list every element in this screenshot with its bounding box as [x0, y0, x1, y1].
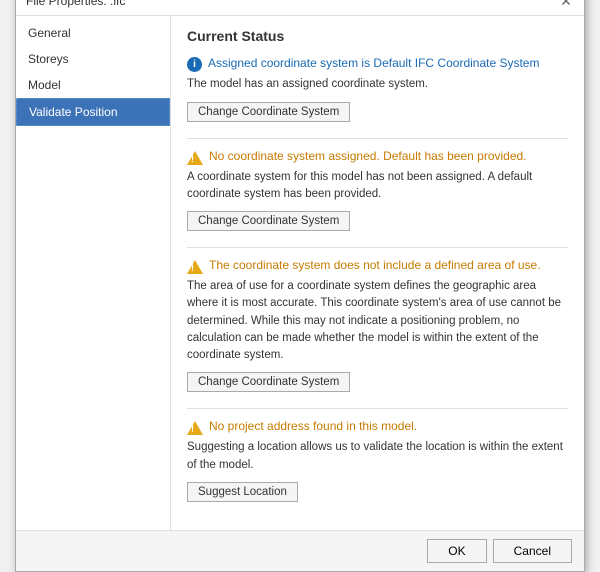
content-area: Current Status i Assigned coordinate sys…: [171, 16, 584, 530]
status-title-1: Assigned coordinate system is Default IF…: [208, 56, 539, 70]
footer: OK Cancel: [16, 530, 584, 571]
warn-icon-2: [187, 151, 203, 165]
status-desc-2: A coordinate system for this model has n…: [187, 169, 568, 204]
status-title-4: No project address found in this model.: [209, 419, 417, 433]
status-title-2: No coordinate system assigned. Default h…: [209, 149, 527, 163]
status-desc-4: Suggesting a location allows us to valid…: [187, 439, 568, 474]
status-header-2: No coordinate system assigned. Default h…: [187, 149, 568, 165]
cancel-button[interactable]: Cancel: [493, 539, 572, 563]
title-bar: File Properties: .ifc ✕: [16, 0, 584, 16]
status-header-3: The coordinate system does not include a…: [187, 258, 568, 274]
status-header-1: i Assigned coordinate system is Default …: [187, 56, 568, 72]
change-coord-btn-3[interactable]: Change Coordinate System: [187, 372, 350, 392]
sidebar: General Storeys Model Validate Position: [16, 16, 171, 530]
divider-1: [187, 138, 568, 139]
warn-icon-4: [187, 421, 203, 435]
status-desc-3: The area of use for a coordinate system …: [187, 278, 568, 364]
status-block-2: No coordinate system assigned. Default h…: [187, 149, 568, 234]
sidebar-item-general[interactable]: General: [16, 20, 170, 46]
status-desc-1: The model has an assigned coordinate sys…: [187, 76, 568, 93]
sidebar-item-model[interactable]: Model: [16, 72, 170, 98]
ok-button[interactable]: OK: [427, 539, 486, 563]
status-header-4: No project address found in this model.: [187, 419, 568, 435]
warn-icon-3: [187, 260, 203, 274]
status-block-1: i Assigned coordinate system is Default …: [187, 56, 568, 123]
status-block-4: No project address found in this model. …: [187, 419, 568, 504]
change-coord-btn-2[interactable]: Change Coordinate System: [187, 211, 350, 231]
file-properties-dialog: File Properties: .ifc ✕ General Storeys …: [15, 0, 585, 572]
content-title: Current Status: [187, 28, 568, 44]
status-title-3: The coordinate system does not include a…: [209, 258, 541, 272]
suggest-location-btn[interactable]: Suggest Location: [187, 482, 298, 502]
divider-3: [187, 408, 568, 409]
info-icon: i: [187, 57, 202, 72]
main-content: General Storeys Model Validate Position …: [16, 16, 584, 530]
status-block-3: The coordinate system does not include a…: [187, 258, 568, 394]
sidebar-item-storeys[interactable]: Storeys: [16, 46, 170, 72]
dialog-title: File Properties: .ifc: [26, 0, 125, 8]
divider-2: [187, 247, 568, 248]
change-coord-btn-1[interactable]: Change Coordinate System: [187, 102, 350, 122]
close-button[interactable]: ✕: [558, 0, 574, 9]
sidebar-item-validate-position[interactable]: Validate Position: [16, 98, 170, 126]
